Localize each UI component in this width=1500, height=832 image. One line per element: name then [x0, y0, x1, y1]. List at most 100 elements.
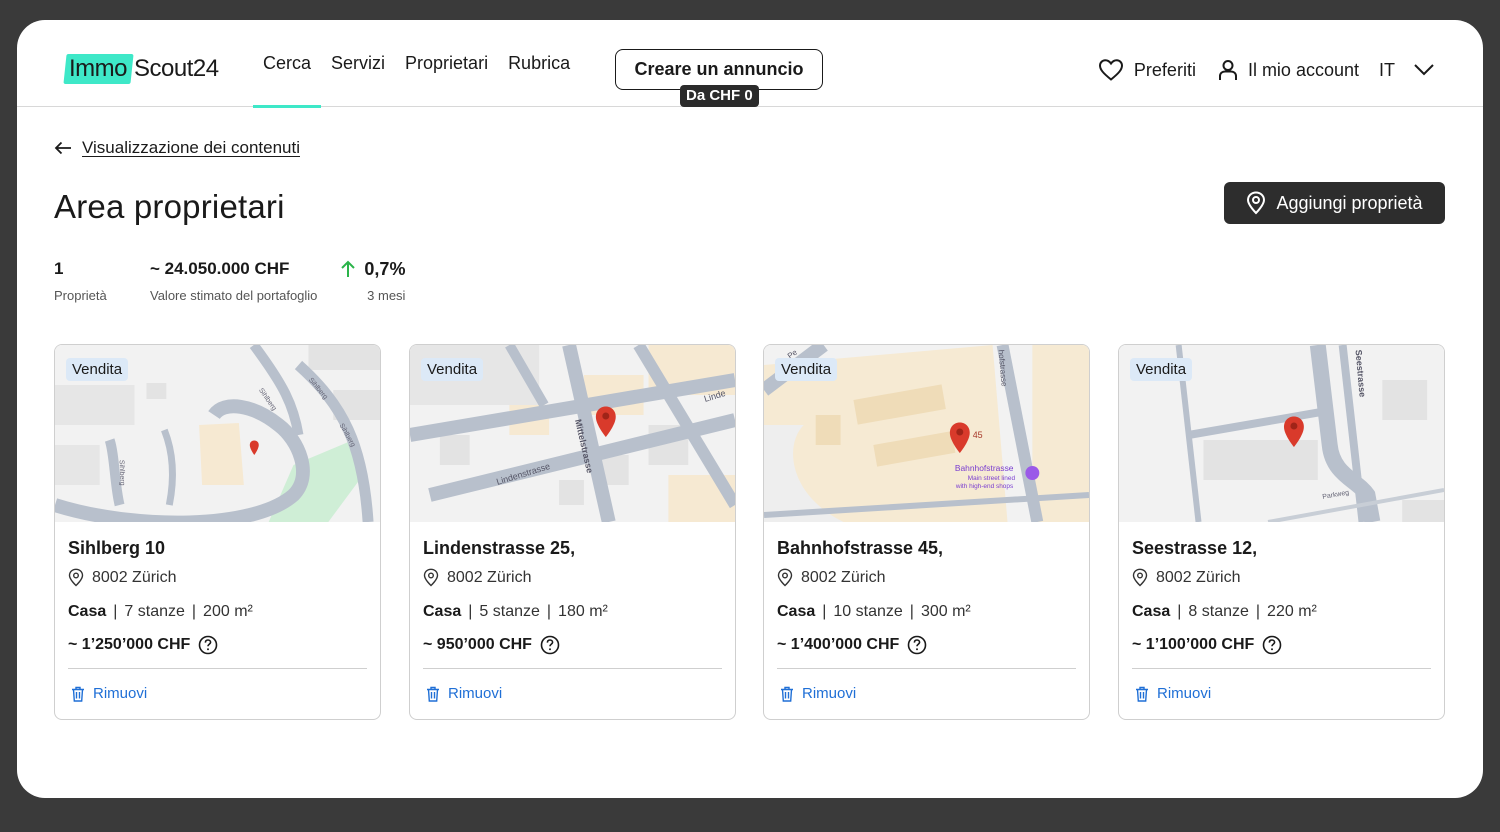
property-type: Casa: [423, 603, 462, 620]
create-listing-badge: Da CHF 0: [680, 85, 759, 107]
property-card[interactable]: Seestrasse Parkweg Vendita Seestrasse 12…: [1118, 344, 1445, 720]
language-select[interactable]: IT: [1379, 60, 1435, 81]
account-link[interactable]: Il mio account: [1218, 59, 1359, 81]
property-location: 8002 Zürich: [423, 568, 722, 587]
trash-icon: [427, 686, 439, 702]
property-price-value: ~ 950’000 CHF: [423, 636, 532, 653]
header-actions: Preferiti Il mio account IT: [1076, 20, 1435, 120]
property-price: ~ 1’250’000 CHF: [68, 635, 367, 655]
location-pin-icon: [423, 568, 439, 587]
arrow-up-icon: [341, 260, 356, 277]
property-card[interactable]: Lindenstrasse Mittelstrasse Linde Vendit…: [409, 344, 736, 720]
property-type: Casa: [1132, 603, 1171, 620]
portfolio-stats: 1 Proprietà ~ 24.050.000 CHF Valore stim…: [54, 258, 425, 304]
property-area: 200 m²: [203, 603, 253, 620]
favorites-link[interactable]: Preferiti: [1098, 58, 1196, 82]
property-rooms: 5 stanze: [479, 603, 540, 620]
listing-type-badge: Vendita: [775, 358, 838, 381]
page-title: Area proprietari: [54, 188, 285, 225]
remove-label: Rimuovi: [448, 685, 503, 702]
card-divider: [68, 668, 367, 669]
create-listing-button[interactable]: Creare un annuncio: [615, 49, 823, 90]
property-address: Lindenstrasse 25,: [423, 538, 576, 558]
trash-icon: [781, 686, 793, 702]
browser-window: Immo Scout24 Cerca Servizi Proprietari R…: [17, 20, 1483, 798]
stat-trend-row: 0,7%: [340, 258, 405, 280]
stat-portfolio-value-label: Valore stimato del portafoglio: [150, 288, 318, 303]
property-rooms: 7 stanze: [124, 603, 185, 620]
remove-button[interactable]: Rimuovi: [1135, 685, 1211, 702]
property-location-label: 8002 Zürich: [801, 568, 886, 586]
property-price: ~ 1’400’000 CHF: [777, 635, 1076, 655]
property-location-label: 8002 Zürich: [1156, 568, 1241, 586]
property-card[interactable]: Sihlberg Sihlberg Sihlberg Sihlberg Vend…: [54, 344, 381, 720]
account-label: Il mio account: [1247, 59, 1359, 80]
property-specs: Casa | 5 stanze | 180 m²: [423, 603, 608, 620]
property-location-label: 8002 Zürich: [447, 568, 532, 586]
property-address: Sihlberg 10: [68, 538, 166, 558]
stat-portfolio-value: ~ 24.050.000 CHF Valore stimato del port…: [150, 258, 317, 303]
card-body: Lindenstrasse 25, 8002 Zürich Casa | 5 sta…: [423, 538, 722, 655]
property-type: Casa: [68, 603, 107, 620]
nav-item-cerca[interactable]: Cerca: [253, 20, 322, 108]
property-specs: Casa | 10 stanze | 300 m²: [777, 603, 971, 620]
remove-button[interactable]: Rimuovi: [426, 685, 502, 702]
property-price-value: ~ 1’400’000 CHF: [777, 636, 900, 653]
card-body: Bahnhofstrasse 45, 8002 Zürich Casa | 10 s…: [777, 538, 1076, 655]
nav-item-servizi[interactable]: Servizi: [321, 20, 395, 107]
location-pin-icon: [777, 568, 793, 587]
nav-item-rubrica[interactable]: Rubrica: [498, 20, 580, 107]
property-card[interactable]: 45 Bahnhofstrasse Main street lined with…: [763, 344, 1090, 720]
help-icon[interactable]: [907, 635, 927, 655]
language-label: IT: [1379, 59, 1395, 80]
help-icon[interactable]: [198, 635, 218, 655]
map-label: Sihlberg: [118, 460, 126, 486]
listing-type-badge: Vendita: [421, 358, 484, 381]
card-divider: [1132, 668, 1431, 669]
site-header: Immo Scout24 Cerca Servizi Proprietari R…: [17, 20, 1483, 108]
property-rooms: 8 stanze: [1188, 603, 1249, 620]
location-pin-icon: [1247, 191, 1266, 215]
remove-button[interactable]: Rimuovi: [780, 685, 856, 702]
stat-properties-value: 1: [54, 259, 64, 278]
property-price: ~ 950’000 CHF: [423, 635, 722, 655]
add-property-label: Aggiungi proprietà: [1276, 192, 1423, 213]
card-divider: [777, 668, 1076, 669]
help-icon[interactable]: [1262, 635, 1282, 655]
stat-trend: 0,7% 3 mesi: [340, 258, 405, 303]
property-area: 220 m²: [1267, 603, 1317, 620]
remove-button[interactable]: Rimuovi: [71, 685, 147, 702]
property-location-label: 8002 Zürich: [92, 568, 177, 586]
nav-item-proprietari[interactable]: Proprietari: [395, 20, 498, 107]
back-link-label: Visualizzazione dei contenuti: [82, 138, 300, 157]
stat-portfolio-value-amount: ~ 24.050.000 CHF: [150, 259, 290, 278]
property-address: Seestrasse 12,: [1132, 538, 1258, 558]
card-divider: [423, 668, 722, 669]
remove-label: Rimuovi: [1157, 685, 1212, 702]
logo[interactable]: Immo Scout24: [63, 53, 219, 85]
remove-label: Rimuovi: [93, 685, 148, 702]
stat-trend-label: 3 mesi: [367, 288, 406, 303]
help-icon[interactable]: [540, 635, 560, 655]
property-location: 8002 Zürich: [68, 568, 367, 587]
logo-immo: Immo: [63, 54, 134, 84]
property-specs: Casa | 8 stanze | 220 m²: [1132, 603, 1317, 620]
trash-icon: [1136, 686, 1148, 702]
logo-scout: Scout24: [134, 55, 219, 82]
favorites-label: Preferiti: [1133, 59, 1196, 80]
heart-icon: [1098, 59, 1123, 81]
property-location: 8002 Zürich: [1132, 568, 1431, 587]
add-property-button[interactable]: Aggiungi proprietà: [1224, 182, 1445, 224]
property-rooms: 10 stanze: [833, 603, 903, 620]
location-pin-icon: [68, 568, 84, 587]
remove-label: Rimuovi: [802, 685, 857, 702]
property-area: 300 m²: [920, 603, 971, 620]
listing-type-badge: Vendita: [1130, 358, 1193, 381]
property-price-value: ~ 1’250’000 CHF: [68, 636, 191, 653]
stat-trend-value: 0,7%: [364, 258, 406, 279]
back-link[interactable]: Visualizzazione dei contenuti: [54, 138, 300, 158]
property-price-value: ~ 1’100’000 CHF: [1132, 636, 1255, 653]
user-icon: [1218, 60, 1237, 80]
property-specs: Casa | 7 stanze | 200 m²: [68, 603, 253, 620]
property-location: 8002 Zürich: [777, 568, 1076, 587]
